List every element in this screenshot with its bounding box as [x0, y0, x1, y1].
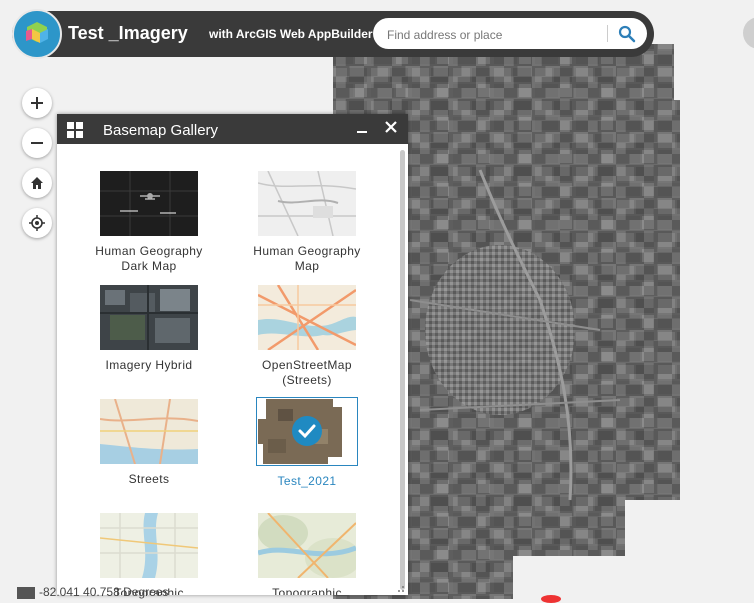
basemap-item-human-geography[interactable]: Human Geography Map	[247, 171, 367, 274]
panel-title: Basemap Gallery	[103, 122, 219, 139]
app-subtitle: with ArcGIS Web AppBuilder	[209, 27, 373, 41]
basemap-label: OpenStreetMap (Streets)	[262, 358, 352, 387]
minus-icon	[31, 142, 43, 144]
basemap-item-test-2021[interactable]: Test_2021	[247, 397, 367, 489]
panel-header: Basemap Gallery	[57, 114, 408, 144]
plus-icon	[31, 97, 43, 109]
basemap-item-imagery-hybrid[interactable]: Imagery Hybrid	[89, 285, 209, 373]
home-icon	[31, 177, 43, 189]
coordinate-readout: -82.041 40.758 Degrees	[17, 587, 217, 599]
logo-icon	[26, 22, 48, 43]
basemap-thumbnail	[100, 171, 198, 236]
basemap-label: Human Geography Dark Map	[95, 244, 203, 273]
basemap-thumbnail	[100, 285, 198, 350]
basemap-thumbnail	[258, 171, 356, 236]
basemap-list: Human Geography Dark Map Human Geography…	[57, 144, 398, 595]
close-button[interactable]	[384, 120, 398, 139]
basemap-thumbnail	[100, 513, 198, 578]
zoom-in-button[interactable]	[22, 88, 52, 118]
basemap-item-topographic-1[interactable]: Topographic	[89, 513, 209, 595]
my-location-button[interactable]	[22, 208, 52, 238]
minimize-icon	[357, 131, 367, 133]
app-header: Test _Imagery with ArcGIS Web AppBuilder	[12, 9, 654, 59]
app-title: Test _Imagery	[68, 23, 188, 43]
home-button[interactable]	[22, 168, 52, 198]
basemap-item-topographic-2[interactable]: Topographic	[247, 513, 367, 595]
basemap-item-human-geography-dark[interactable]: Human Geography Dark Map	[89, 171, 209, 274]
search-box	[373, 18, 647, 49]
minimize-button[interactable]	[356, 118, 368, 143]
map-marker	[541, 595, 561, 603]
coordinate-text: -82.041 40.758 Degrees	[39, 587, 169, 599]
basemap-thumbnail	[258, 399, 356, 464]
basemap-label: Imagery Hybrid	[105, 358, 193, 372]
basemap-label: Streets	[128, 472, 170, 486]
basemap-item-openstreetmap[interactable]: OpenStreetMap (Streets)	[247, 285, 367, 388]
basemap-thumbnail	[100, 399, 198, 464]
basemap-thumbnail	[258, 285, 356, 350]
search-icon	[618, 25, 636, 43]
basemap-gallery-panel: Basemap Gallery Human Geography Dark Map	[57, 114, 408, 595]
basemap-label: Test_2021	[277, 474, 337, 488]
search-divider	[607, 25, 608, 42]
zoom-out-button[interactable]	[22, 128, 52, 158]
resize-handle-icon[interactable]	[397, 585, 405, 593]
locate-icon	[29, 215, 45, 231]
search-button[interactable]	[617, 24, 637, 44]
gallery-grid-icon	[67, 122, 83, 138]
basemap-label: Human Geography Map	[253, 244, 361, 273]
basemap-label: Topographic	[272, 586, 342, 595]
search-input[interactable]	[385, 24, 604, 45]
close-icon	[385, 121, 397, 133]
basemap-thumbnail	[258, 513, 356, 578]
basemap-item-streets[interactable]: Streets	[89, 399, 209, 487]
app-logo[interactable]	[12, 9, 62, 59]
gallery-scrollbar[interactable]	[400, 150, 405, 590]
coordinate-icon[interactable]	[17, 587, 35, 599]
